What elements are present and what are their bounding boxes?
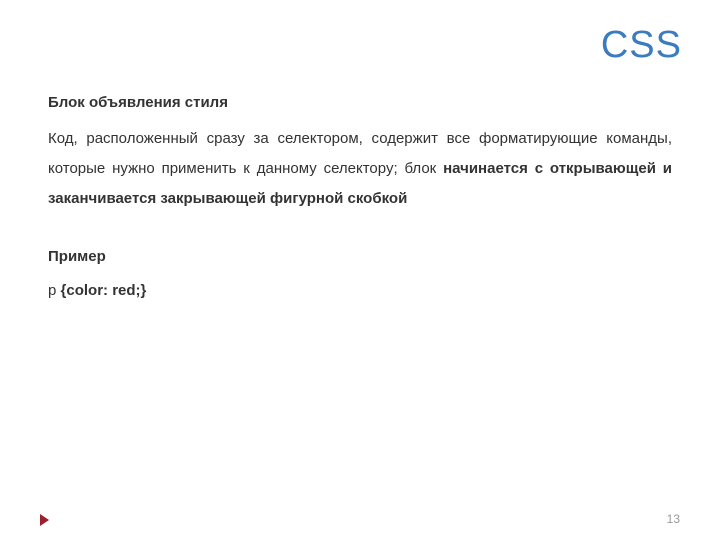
example-code: {color: red;} [61,282,147,299]
slide-body: Блок объявления стиля Код, расположенный… [48,88,672,306]
section-heading: Блок объявления стиля [48,88,672,118]
description-paragraph: Код, расположенный сразу за селектором, … [48,124,672,214]
slide-title: CSS [601,24,682,67]
example-line: p {color: red;} [48,276,672,306]
slide: CSS Блок объявления стиля Код, расположе… [0,0,720,540]
play-marker-icon [40,514,49,526]
example-label: Пример [48,242,672,272]
page-number: 13 [667,512,680,526]
example-prefix: p [48,282,61,299]
